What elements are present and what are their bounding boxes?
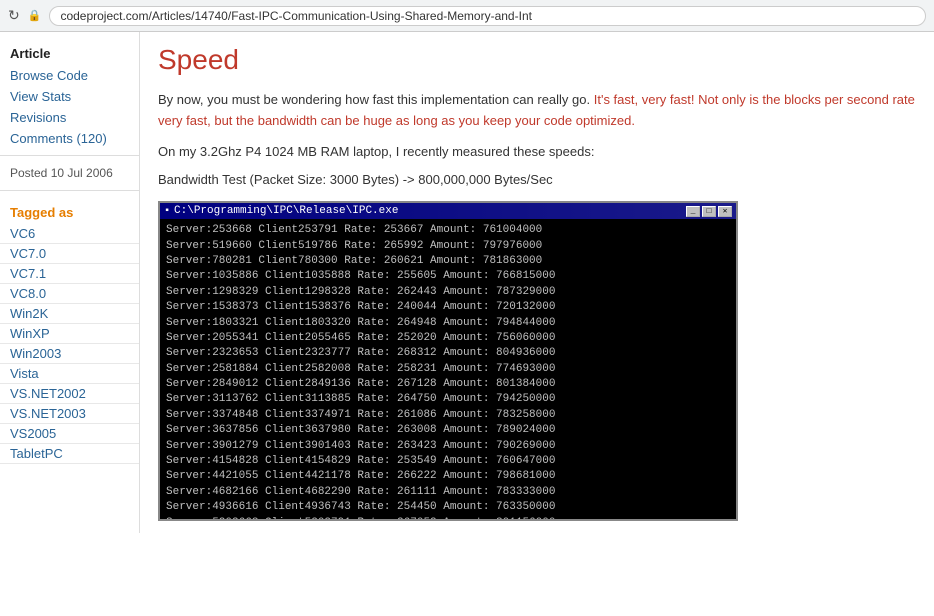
console-line: Server:2581884 Client2582008 Rate: 25823… (166, 362, 730, 377)
view-stats-link[interactable]: View Stats (0, 86, 139, 107)
tag-win2k[interactable]: Win2K (0, 304, 139, 324)
console-minimize-btn[interactable]: _ (686, 206, 700, 217)
console-close-btn[interactable]: ✕ (718, 206, 732, 217)
tag-vsnet2002[interactable]: VS.NET2002 (0, 384, 139, 404)
console-line: Server:3901279 Client3901403 Rate: 26342… (166, 439, 730, 454)
console-line: Server:2323653 Client2323777 Rate: 26831… (166, 346, 730, 361)
console-line: Server:253668 Client253791 Rate: 253667 … (166, 223, 730, 238)
sidebar-tagged-label: Tagged as (0, 197, 139, 224)
console-buttons: _ □ ✕ (686, 206, 732, 217)
page-title: Speed (158, 44, 916, 76)
console-line: Server:3113762 Client3113885 Rate: 26475… (166, 392, 730, 407)
console-line: Server:780281 Client780300 Rate: 260621 … (166, 254, 730, 269)
content-area: Speed By now, you must be wondering how … (140, 32, 934, 533)
sidebar-section-title: Article (0, 40, 139, 65)
tag-win2003[interactable]: Win2003 (0, 344, 139, 364)
browser-bar: ↻ 🔒 codeproject.com/Articles/14740/Fast-… (0, 0, 934, 32)
tag-vc70[interactable]: VC7.0 (0, 244, 139, 264)
console-line: Server:4936616 Client4936743 Rate: 25445… (166, 500, 730, 515)
tag-tabletpc[interactable]: TabletPC (0, 444, 139, 464)
tag-vc80[interactable]: VC8.0 (0, 284, 139, 304)
sidebar: Article Browse Code View Stats Revisions… (0, 32, 140, 533)
bandwidth-label: Bandwidth Test (Packet Size: 3000 Bytes)… (158, 170, 916, 191)
comments-link[interactable]: Comments (120) (0, 128, 139, 149)
tag-winxp[interactable]: WinXP (0, 324, 139, 344)
browse-code-link[interactable]: Browse Code (0, 65, 139, 86)
tag-vc71[interactable]: VC7.1 (0, 264, 139, 284)
console-line: Server:4154828 Client4154829 Rate: 25354… (166, 454, 730, 469)
console-line: Server:3637856 Client3637980 Rate: 26300… (166, 423, 730, 438)
console-line: Server:519660 Client519786 Rate: 265992 … (166, 239, 730, 254)
console-line: Server:3374848 Client3374971 Rate: 26108… (166, 408, 730, 423)
sidebar-divider2 (0, 190, 139, 191)
console-line: Server:1298329 Client1298328 Rate: 26244… (166, 285, 730, 300)
console-line: Server:4682166 Client4682290 Rate: 26111… (166, 485, 730, 500)
tag-vc6[interactable]: VC6 (0, 224, 139, 244)
tag-vista[interactable]: Vista (0, 364, 139, 384)
lock-icon: 🔒 (28, 9, 42, 22)
refresh-icon[interactable]: ↻ (8, 7, 20, 24)
speed-note: On my 3.2Ghz P4 1024 MB RAM laptop, I re… (158, 142, 916, 163)
tag-vs2005[interactable]: VS2005 (0, 424, 139, 444)
tag-vsnet2003[interactable]: VS.NET2003 (0, 404, 139, 424)
revisions-link[interactable]: Revisions (0, 107, 139, 128)
intro-paragraph: By now, you must be wondering how fast t… (158, 90, 916, 132)
sidebar-posted: Posted 10 Jul 2006 (0, 162, 139, 184)
console-titlebar: ▪ C:\Programming\IPC\Release\IPC.exe _ □… (160, 203, 736, 219)
console-line: Server:1538373 Client1538376 Rate: 24004… (166, 300, 730, 315)
intro-text-1: By now, you must be wondering how fast t… (158, 92, 594, 107)
console-line: Server:2055341 Client2055465 Rate: 25202… (166, 331, 730, 346)
sidebar-divider (0, 155, 139, 156)
console-restore-btn[interactable]: □ (702, 206, 716, 217)
main-layout: Article Browse Code View Stats Revisions… (0, 32, 934, 533)
console-line: Server:1803321 Client1803320 Rate: 26494… (166, 316, 730, 331)
console-line: Server:5203668 Client5203791 Rate: 26705… (166, 516, 730, 520)
console-title-left: ▪ C:\Programming\IPC\Release\IPC.exe (164, 205, 398, 217)
console-line: Server:1035886 Client1035888 Rate: 25560… (166, 269, 730, 284)
console-app-icon: ▪ (164, 206, 170, 217)
console-title-text: C:\Programming\IPC\Release\IPC.exe (174, 205, 398, 217)
console-body[interactable]: Server:253668 Client253791 Rate: 253667 … (160, 219, 736, 519)
console-window: ▪ C:\Programming\IPC\Release\IPC.exe _ □… (158, 201, 738, 521)
console-line: Server:4421055 Client4421178 Rate: 26622… (166, 469, 730, 484)
console-line: Server:2849012 Client2849136 Rate: 26712… (166, 377, 730, 392)
url-bar[interactable]: codeproject.com/Articles/14740/Fast-IPC-… (49, 6, 926, 26)
